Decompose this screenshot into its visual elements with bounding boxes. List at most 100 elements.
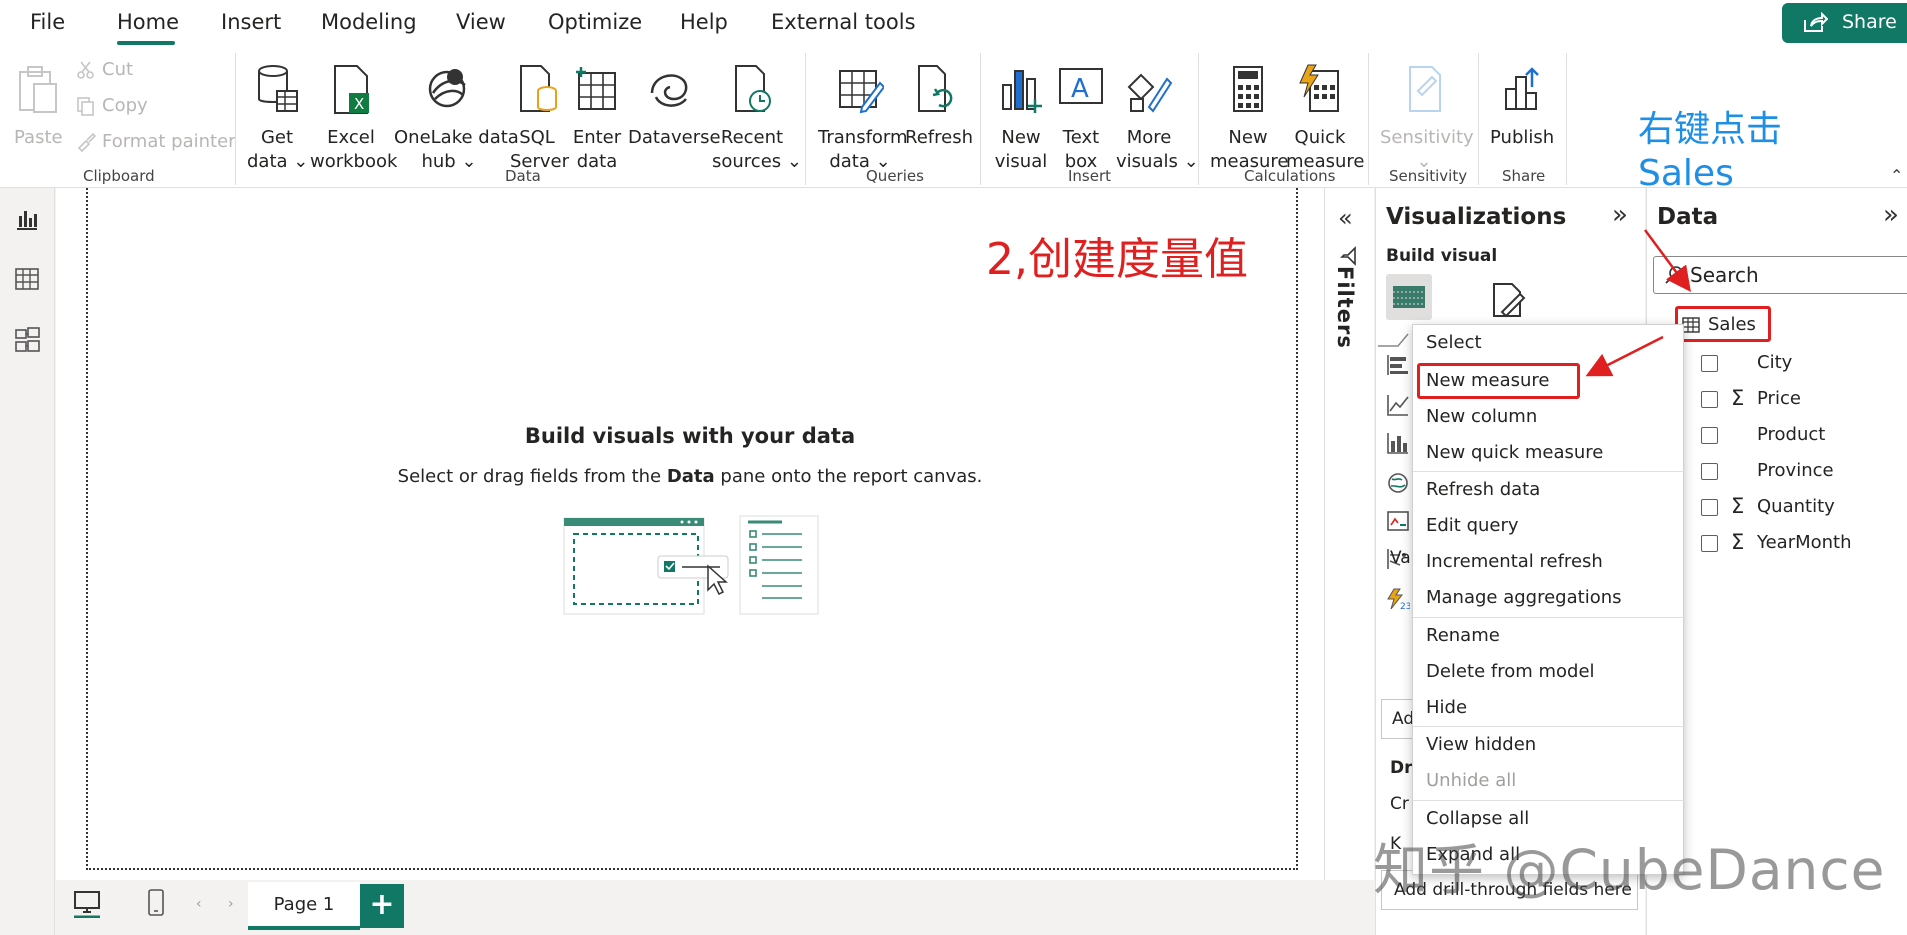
collapse-data-pane-icon[interactable]: » (1883, 200, 1899, 230)
transform-data-button[interactable]: Transform data ⌄ (818, 61, 908, 174)
report-canvas[interactable]: Build visuals with your data Select or d… (56, 188, 1324, 880)
stacked-bar-chart-icon[interactable] (1386, 353, 1410, 377)
menu-insert[interactable]: Insert (221, 10, 281, 34)
map-chart-icon[interactable] (1386, 471, 1410, 495)
text-box-button[interactable]: A Text box (1056, 61, 1106, 174)
field-checkbox[interactable] (1701, 427, 1718, 444)
field-checkbox[interactable] (1701, 391, 1718, 408)
mobile-layout-icon[interactable] (144, 888, 168, 918)
line-chart-icon[interactable] (1386, 393, 1410, 417)
recent-sources-button[interactable]: Recent sources ⌄ (712, 61, 802, 174)
new-measure-highlight-box (1417, 363, 1580, 399)
collapse-visualizations-icon[interactable]: » (1612, 200, 1628, 230)
report-view-icon[interactable] (14, 206, 40, 232)
menu-file[interactable]: File (30, 10, 65, 34)
table-view-icon[interactable] (14, 266, 40, 292)
recent-sources-icon (735, 65, 771, 112)
dataverse-icon (650, 74, 688, 107)
ctx-delete-from-model[interactable]: Delete from model (1413, 654, 1685, 690)
menu-optimize[interactable]: Optimize (548, 10, 642, 34)
field-checkbox[interactable] (1701, 535, 1718, 552)
ctx-hide[interactable]: Hide (1413, 690, 1685, 726)
dataverse-button[interactable]: Dataverse (628, 61, 721, 150)
page-tab-1[interactable]: Page 1 (248, 882, 360, 930)
ctx-new-quick-measure[interactable]: New quick measure (1413, 435, 1685, 471)
annotation-right-click-sales: 右键点击 Sales (1638, 108, 1782, 196)
table-grid-icon (576, 67, 616, 110)
enter-data-button[interactable]: Enter data (570, 61, 624, 174)
previous-page-icon[interactable]: ‹ (196, 896, 202, 912)
desktop-layout-icon[interactable] (72, 888, 102, 918)
model-view-icon[interactable] (14, 326, 42, 354)
paintbrush-icon (77, 132, 97, 153)
ctx-rename[interactable]: Rename (1413, 618, 1685, 654)
recent-label-2: sources ⌄ (712, 151, 802, 172)
ctx-edit-query[interactable]: Edit query (1413, 508, 1685, 544)
format-painter-button[interactable]: Format painter (76, 131, 236, 153)
format-visual-icon[interactable] (1488, 280, 1528, 320)
sql-server-button[interactable]: SQL Server (510, 61, 569, 174)
expand-filters-icon[interactable]: « (1338, 204, 1353, 232)
ctx-incremental-refresh[interactable]: Incremental refresh (1413, 544, 1685, 580)
new-visual-label-1: New (1001, 127, 1041, 148)
annotation-create-measure: 2,创建度量值 (986, 234, 1248, 285)
build-visual-tab[interactable] (1386, 274, 1432, 320)
get-data-button[interactable]: Get data ⌄ (247, 61, 309, 174)
ctx-new-column[interactable]: New column (1413, 399, 1685, 435)
table-name-label: Sales (1708, 314, 1756, 335)
quick-measure-button[interactable]: Quick measure (1286, 61, 1365, 174)
filters-label: Filters (1333, 266, 1357, 349)
smart-narrative-icon[interactable]: 23 (1386, 587, 1410, 611)
refresh-icon (918, 65, 953, 112)
new-visual-button[interactable]: New visual (994, 61, 1048, 174)
menu-modeling[interactable]: Modeling (321, 10, 417, 34)
menu-external-tools[interactable]: External tools (771, 10, 916, 34)
share-label: Share (1842, 11, 1897, 33)
format-painter-label: Format painter (102, 131, 236, 152)
add-page-button[interactable]: + (360, 884, 404, 928)
menu-help[interactable]: Help (680, 10, 728, 34)
watermark-logo: 知乎 @CubeDance (1373, 838, 1886, 902)
refresh-button[interactable]: Refresh (905, 61, 973, 150)
get-data-label-2: data ⌄ (247, 151, 309, 172)
collapse-ribbon-icon[interactable]: ⌃ (1890, 166, 1903, 185)
ctx-refresh-data[interactable]: Refresh data (1413, 472, 1685, 508)
cut-button[interactable]: Cut (76, 59, 133, 80)
filters-pane-collapsed[interactable]: « Filters (1324, 188, 1374, 880)
more-visuals-button[interactable]: More visuals ⌄ (1116, 61, 1199, 174)
calculator-icon (1233, 66, 1263, 112)
field-name: City (1757, 352, 1793, 373)
power-bi-desktop-window: File Home Insert Modeling View Optimize … (0, 0, 1907, 935)
sensitivity-label: Sensitivity (1380, 127, 1474, 148)
field-checkbox[interactable] (1701, 463, 1718, 480)
field-checkbox[interactable] (1701, 355, 1718, 372)
copy-button[interactable]: Copy (76, 95, 148, 116)
next-page-icon[interactable]: › (228, 896, 234, 912)
field-checkbox[interactable] (1701, 499, 1718, 516)
ctx-select[interactable]: Select (1413, 325, 1685, 361)
group-separator (1368, 53, 1369, 185)
excel-workbook-button[interactable]: X Excel workbook (310, 61, 397, 174)
new-measure-button[interactable]: New measure (1210, 61, 1289, 174)
table-node-sales[interactable]: Sales (1675, 306, 1771, 342)
data-search-input[interactable] (1690, 261, 1900, 289)
onelake-data-hub-button[interactable]: OneLake data hub ⌄ (394, 61, 519, 174)
menu-view[interactable]: View (456, 10, 506, 34)
publish-button[interactable]: Publish (1490, 61, 1554, 150)
group-label-calculations: Calculations (1244, 167, 1336, 185)
ribbon-chart-icon[interactable] (1386, 431, 1410, 455)
group-separator (1566, 53, 1567, 185)
sigma-icon: Σ (1731, 386, 1745, 410)
cross-report-label: Cr (1390, 794, 1409, 814)
build-visual-icon (1393, 286, 1425, 308)
data-search-box[interactable] (1653, 256, 1907, 294)
paste-button[interactable]: Paste (14, 61, 63, 150)
kpi-chart-icon[interactable] (1386, 509, 1410, 533)
menu-home[interactable]: Home (117, 10, 179, 34)
share-button[interactable]: Share (1782, 3, 1907, 43)
ctx-manage-aggregations[interactable]: Manage aggregations (1413, 580, 1685, 616)
menu-bar: File Home Insert Modeling View Optimize … (0, 0, 1907, 47)
ctx-view-hidden[interactable]: View hidden (1413, 727, 1685, 763)
sensitivity-button[interactable]: Sensitivity ⌄ (1380, 61, 1474, 174)
paste-icon (19, 66, 57, 113)
